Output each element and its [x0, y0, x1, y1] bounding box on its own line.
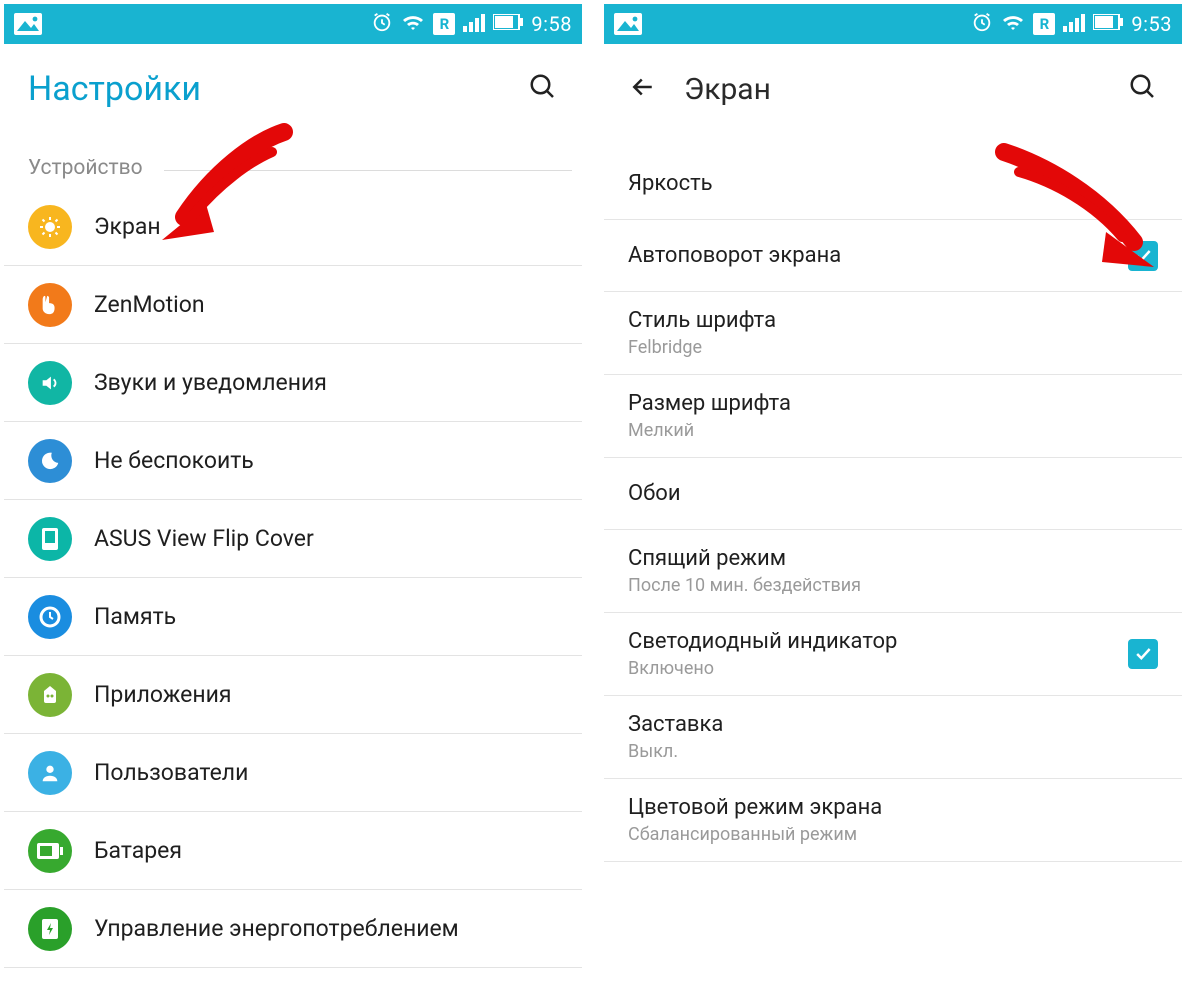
row-brightness[interactable]: Яркость: [604, 148, 1182, 220]
page-title: Настройки: [28, 69, 201, 109]
row-subtitle: Felbridge: [628, 337, 1158, 358]
row-title: Размер шрифта: [628, 391, 1158, 416]
section-header-device: Устройство: [4, 126, 582, 188]
speaker-icon: [28, 361, 72, 405]
battery-icon: [1093, 14, 1123, 35]
row-wallpaper[interactable]: Обои: [604, 458, 1182, 530]
row-fontstyle[interactable]: Стиль шрифта Felbridge: [604, 292, 1182, 375]
row-apps[interactable]: Приложения: [4, 656, 582, 734]
row-title: Обои: [628, 481, 1158, 506]
alarm-icon: [371, 11, 393, 38]
row-label: Управление энергопотреблением: [94, 915, 459, 942]
moon-icon: [28, 439, 72, 483]
status-bar: R 9:58: [4, 4, 582, 44]
row-title: Цветовой режим экрана: [628, 795, 1158, 820]
row-title: Стиль шрифта: [628, 308, 1158, 333]
row-subtitle: Мелкий: [628, 420, 1158, 441]
row-title: Автоповорот экрана: [628, 243, 1128, 268]
row-label: Звуки и уведомления: [94, 369, 327, 396]
row-label: Не беспокоить: [94, 447, 254, 474]
row-flipcover[interactable]: ASUS View Flip Cover: [4, 500, 582, 578]
power-icon: [28, 907, 72, 951]
row-label: Приложения: [94, 681, 232, 708]
row-subtitle: Сбалансированный режим: [628, 824, 1158, 845]
row-label: ZenMotion: [94, 291, 205, 318]
flip-icon: [28, 517, 72, 561]
row-subtitle: После 10 мин. бездействия: [628, 575, 1158, 596]
row-subtitle: Включено: [628, 658, 1128, 679]
row-power[interactable]: Управление энергопотреблением: [4, 890, 582, 968]
row-dnd[interactable]: Не беспокоить: [4, 422, 582, 500]
user-icon: [28, 751, 72, 795]
row-label: ASUS View Flip Cover: [94, 525, 314, 552]
row-autorotate[interactable]: Автоповорот экрана: [604, 220, 1182, 292]
screenshot-display-settings: R 9:53 Экран Яркость Автоповорот экрана: [604, 4, 1182, 968]
row-colormode[interactable]: Цветовой режим экрана Сбалансированный р…: [604, 779, 1182, 862]
display-icon: [28, 205, 72, 249]
status-time: 9:53: [1131, 12, 1172, 36]
header: Настройки: [4, 44, 582, 126]
row-label: Батарея: [94, 837, 182, 864]
row-sleep[interactable]: Спящий режим После 10 мин. бездействия: [604, 530, 1182, 613]
r-badge-icon: R: [433, 13, 455, 35]
wifi-icon: [401, 12, 425, 37]
row-title: Спящий режим: [628, 546, 1158, 571]
r-badge-icon: R: [1033, 13, 1055, 35]
signal-icon: [463, 12, 485, 37]
row-led[interactable]: Светодиодный индикатор Включено: [604, 613, 1182, 696]
row-label: Память: [94, 603, 176, 630]
row-zenmotion[interactable]: ZenMotion: [4, 266, 582, 344]
row-sound[interactable]: Звуки и уведомления: [4, 344, 582, 422]
wifi-icon: [1001, 12, 1025, 37]
pointer-icon: [28, 283, 72, 327]
row-label: Пользователи: [94, 759, 248, 786]
clock-icon: [28, 595, 72, 639]
gallery-icon: [14, 13, 42, 35]
search-button[interactable]: [1128, 72, 1158, 106]
status-time: 9:58: [531, 12, 572, 36]
search-button[interactable]: [528, 72, 558, 106]
status-bar: R 9:53: [604, 4, 1182, 44]
row-display[interactable]: Экран: [4, 188, 582, 266]
alarm-icon: [971, 11, 993, 38]
back-button[interactable]: [628, 72, 658, 106]
row-label: Экран: [94, 213, 161, 240]
battery-icon: [493, 14, 523, 35]
row-fontsize[interactable]: Размер шрифта Мелкий: [604, 375, 1182, 458]
row-title: Светодиодный индикатор: [628, 629, 1128, 654]
screenshot-settings: R 9:58 Настройки Устройство Экран ZenMot…: [4, 4, 582, 968]
checkbox-autorotate[interactable]: [1128, 241, 1158, 271]
row-users[interactable]: Пользователи: [4, 734, 582, 812]
row-subtitle: Выкл.: [628, 741, 1158, 762]
gallery-icon: [614, 13, 642, 35]
row-memory[interactable]: Память: [4, 578, 582, 656]
signal-icon: [1063, 12, 1085, 37]
row-daydream[interactable]: Заставка Выкл.: [604, 696, 1182, 779]
row-title: Заставка: [628, 712, 1158, 737]
row-battery[interactable]: Батарея: [4, 812, 582, 890]
apps-icon: [28, 673, 72, 717]
page-title: Экран: [684, 72, 771, 107]
battery-icon: [28, 829, 72, 873]
section-label: Устройство: [28, 156, 143, 180]
header: Экран: [604, 44, 1182, 126]
row-title: Яркость: [628, 171, 1158, 196]
checkbox-led[interactable]: [1128, 639, 1158, 669]
